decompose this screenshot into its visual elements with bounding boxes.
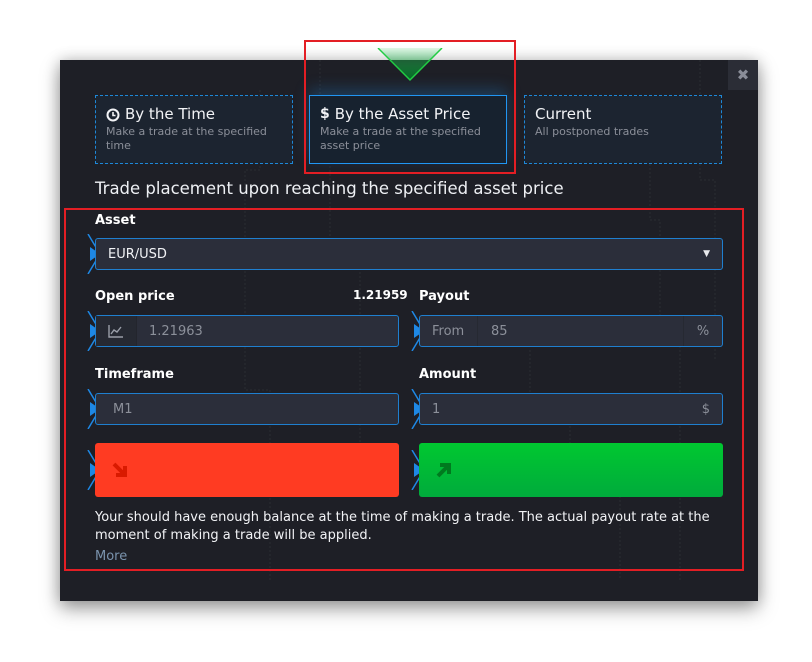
payout-input[interactable]: From 85 % bbox=[419, 315, 723, 347]
tab-description: Make a trade at the specified asset pric… bbox=[320, 125, 481, 152]
pending-trade-dialog: ✖ By the Time Make a trade at the specif… bbox=[60, 60, 758, 601]
buy-button[interactable] bbox=[419, 443, 723, 497]
open-price-input[interactable]: 1.21963 bbox=[95, 315, 399, 347]
close-icon: ✖ bbox=[736, 66, 750, 84]
sell-button[interactable] bbox=[95, 443, 399, 497]
arrow-up-right-icon bbox=[436, 463, 451, 478]
open-price-value: 1.21963 bbox=[149, 323, 203, 339]
amount-label: Amount bbox=[419, 367, 477, 382]
chart-line-icon bbox=[108, 325, 123, 338]
payout-suffix: % bbox=[683, 316, 722, 346]
tab-description: All postponed trades bbox=[535, 125, 649, 138]
payout-label: Payout bbox=[419, 289, 470, 304]
current-price: 1.21959 bbox=[353, 288, 408, 302]
arrow-down-right-icon bbox=[112, 462, 127, 477]
timeframe-value: M1 bbox=[113, 401, 133, 417]
payout-prefix: From bbox=[420, 316, 478, 346]
page-title: Trade placement upon reaching the specif… bbox=[95, 179, 564, 198]
amount-input[interactable]: 1 $ bbox=[419, 393, 723, 425]
amount-value: 1 bbox=[432, 401, 441, 417]
more-link[interactable]: More bbox=[95, 549, 127, 564]
green-pointer-arrow-icon bbox=[377, 48, 443, 82]
dollar-icon: $ bbox=[320, 106, 330, 122]
asset-label: Asset bbox=[95, 213, 136, 228]
tab-by-the-asset-price[interactable]: $ By the Asset Price Make a trade at the… bbox=[309, 95, 507, 164]
open-price-label: Open price bbox=[95, 289, 175, 304]
caret-down-icon: ▼ bbox=[703, 249, 710, 259]
close-button[interactable]: ✖ bbox=[728, 60, 758, 90]
timeframe-input[interactable]: M1 bbox=[95, 393, 399, 425]
tab-title: By the Time bbox=[125, 105, 216, 123]
asset-value: EUR/USD bbox=[108, 246, 167, 262]
tab-description: Make a trade at the specified time bbox=[106, 125, 267, 152]
asset-select[interactable]: EUR/USD ▼ bbox=[95, 238, 723, 270]
timeframe-label: Timeframe bbox=[95, 367, 174, 382]
tab-by-the-time[interactable]: By the Time Make a trade at the specifie… bbox=[95, 95, 293, 164]
clock-icon bbox=[106, 108, 120, 121]
tab-title: By the Asset Price bbox=[334, 105, 471, 123]
amount-suffix: $ bbox=[701, 401, 710, 417]
balance-note: Your should have enough balance at the t… bbox=[95, 510, 710, 543]
tab-current[interactable]: Current All postponed trades bbox=[524, 95, 722, 164]
payout-value: 85 bbox=[491, 323, 508, 339]
tab-title: Current bbox=[535, 105, 592, 123]
